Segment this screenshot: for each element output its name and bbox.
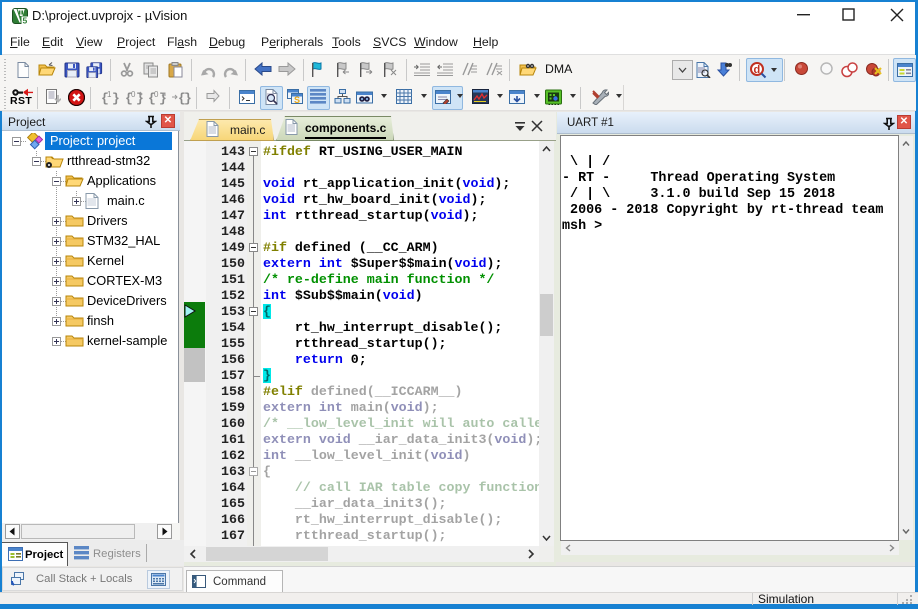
svg-text:0: 0 (131, 90, 136, 99)
svg-text:0: 0 (154, 90, 159, 99)
svg-text:}: } (136, 91, 144, 105)
svg-text:}: } (112, 91, 120, 105)
svg-text:1: 1 (107, 90, 112, 99)
svg-text:S: S (294, 95, 300, 104)
svg-text:5: 5 (23, 15, 28, 25)
svg-text:d: d (754, 64, 761, 76)
svg-text:}: } (184, 91, 191, 105)
